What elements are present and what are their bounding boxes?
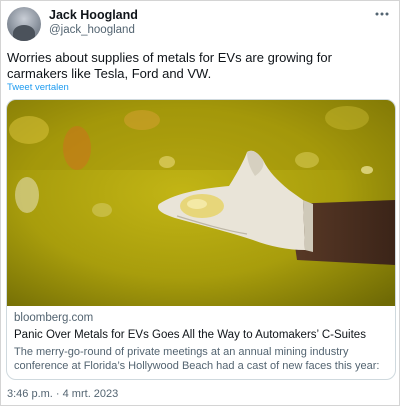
tweet-timestamp[interactable]: 3:46 p.m. · 4 mrt. 2023 xyxy=(7,388,118,400)
author-name[interactable]: Jack Hoogland xyxy=(49,8,138,22)
author-handle[interactable]: @jack_hoogland xyxy=(49,24,135,36)
tweet-header: Jack Hoogland @jack_hoogland xyxy=(7,5,395,45)
link-title: Panic Over Metals for EVs Goes All the W… xyxy=(14,329,366,341)
link-preview-card[interactable]: bloomberg.com Panic Over Metals for EVs … xyxy=(6,99,396,380)
more-options-icon[interactable] xyxy=(373,7,391,23)
avatar-silhouette xyxy=(13,25,35,41)
tweet-card: Jack Hoogland @jack_hoogland Worries abo… xyxy=(0,0,400,406)
tweet-text: Worries about supplies of metals for EVs… xyxy=(7,50,332,81)
link-description: The merry-go-round of private meetings a… xyxy=(14,346,380,380)
more-horizontal-icon xyxy=(375,12,389,16)
avatar[interactable] xyxy=(7,7,41,41)
translate-tweet-link[interactable]: Tweet vertalen xyxy=(7,82,69,93)
article-image xyxy=(7,100,395,306)
link-domain: bloomberg.com xyxy=(14,312,94,324)
